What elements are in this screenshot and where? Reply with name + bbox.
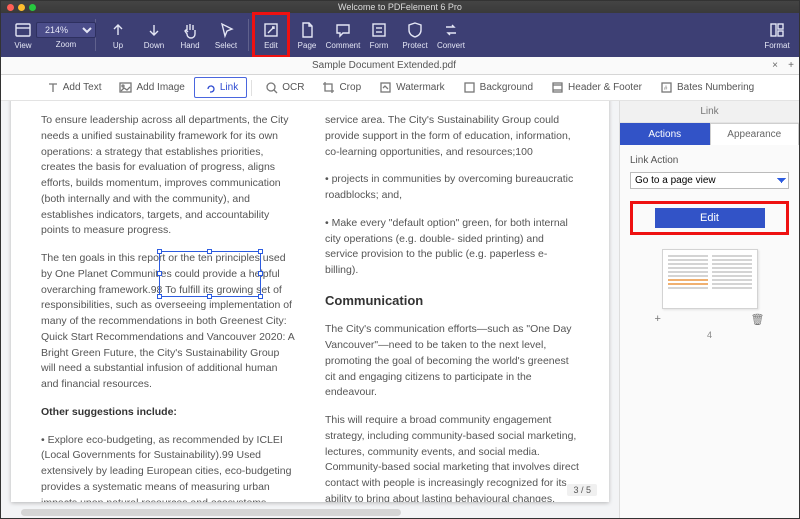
zoom-button[interactable]: 214% Zoom [41,13,91,57]
window-titlebar: Welcome to PDFelement 6 Pro [1,1,799,13]
edit-subtoolbar: Add Text Add Image Link OCR Crop Waterma… [1,75,799,101]
link-icon [203,81,216,94]
tab-appearance[interactable]: Appearance [710,123,800,145]
bates-button[interactable]: #Bates Numbering [651,77,763,98]
body-text: The ten goals in this report or the ten … [41,251,295,393]
page-thumbnail[interactable] [662,249,758,309]
protect-button[interactable]: Protect [397,13,433,57]
thumb-add-button[interactable]: + [655,313,661,326]
thumb-delete-button[interactable]: 🗑 [751,313,765,326]
page-number-badge: 3 / 5 [567,484,597,496]
body-text: • Explore eco-budgeting, as recommended … [41,433,295,503]
link-button[interactable]: Link [194,77,247,98]
down-button[interactable]: Down [136,13,172,57]
svg-text:#: # [664,86,668,92]
view-icon [14,21,32,39]
format-icon [768,21,786,39]
watermark-button[interactable]: Watermark [370,77,454,98]
edit-icon [262,21,280,39]
document-viewport[interactable]: To ensure leadership across all departme… [1,101,619,518]
hand-button[interactable]: Hand [172,13,208,57]
body-text: service area. The City's Sustainability … [325,113,579,160]
ocr-button[interactable]: OCR [256,77,313,98]
tab-actions[interactable]: Actions [620,123,710,145]
arrow-down-icon [145,21,163,39]
comment-button[interactable]: Comment [325,13,361,57]
format-button[interactable]: Format [759,13,795,57]
window-title: Welcome to PDFelement 6 Pro [1,2,799,12]
convert-button[interactable]: Convert [433,13,469,57]
header-footer-icon [551,81,564,94]
document-tab[interactable]: Sample Document Extended.pdf [1,60,767,71]
form-icon [370,21,388,39]
document-page: To ensure leadership across all departme… [11,101,609,502]
horizontal-scrollbar[interactable] [21,509,401,516]
edit-button[interactable]: Edit [253,13,289,57]
link-edit-button[interactable]: Edit [655,208,765,228]
main-toolbar: View 214% Zoom Up Down Hand Select Edit … [1,13,799,57]
background-icon [463,81,476,94]
body-text: This will require a broad community enga… [325,413,579,502]
body-text: To ensure leadership across all departme… [41,113,295,239]
bates-icon: # [660,81,673,94]
body-text: • projects in communities by overcoming … [325,172,579,204]
header-footer-button[interactable]: Header & Footer [542,77,651,98]
body-text: • Make every "default option" green, for… [325,216,579,279]
hand-icon [181,21,199,39]
cursor-icon [217,21,235,39]
edit-button-highlight: Edit [630,201,789,235]
image-icon [119,81,132,94]
shield-icon [406,21,424,39]
up-button[interactable]: Up [100,13,136,57]
page-icon [298,21,316,39]
link-action-label: Link Action [630,155,789,166]
link-properties-pane: Link Actions Appearance Link Action Go t… [619,101,799,518]
background-button[interactable]: Background [454,77,542,98]
link-annotation[interactable] [159,251,261,297]
link-action-select[interactable]: Go to a page view [630,172,789,189]
document-tabbar: Sample Document Extended.pdf × + [1,57,799,75]
zoom-select[interactable]: 214% [36,22,96,38]
crop-icon [322,81,335,94]
form-button[interactable]: Form [361,13,397,57]
tab-add-button[interactable]: + [783,60,799,71]
pane-title: Link [620,101,799,123]
page-button[interactable]: Page [289,13,325,57]
convert-icon [442,21,460,39]
body-text: The City's communication efforts—such as… [325,322,579,401]
add-text-button[interactable]: Add Text [37,77,111,98]
watermark-icon [379,81,392,94]
arrow-up-icon [109,21,127,39]
crop-button[interactable]: Crop [313,77,370,98]
add-image-button[interactable]: Add Image [110,77,193,98]
comment-icon [334,21,352,39]
tab-close-button[interactable]: × [767,60,783,71]
subheading: Other suggestions include: [41,405,295,421]
text-icon [46,81,59,94]
thumbnail-caption: 4 [707,330,712,340]
ocr-icon [265,81,278,94]
select-button[interactable]: Select [208,13,244,57]
section-heading: Communication [325,291,579,311]
